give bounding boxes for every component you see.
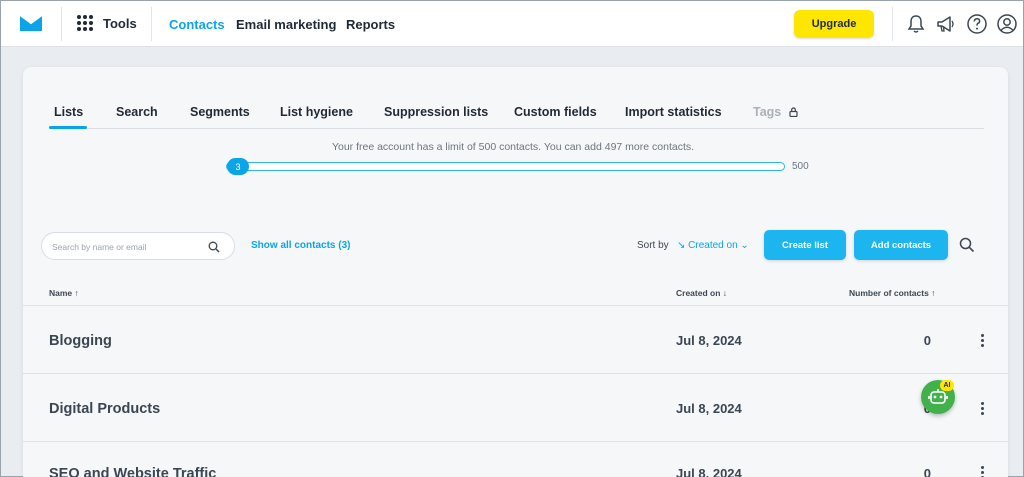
column-header-created-on[interactable]: Created on ↓ [676, 288, 727, 298]
column-header-name[interactable]: Name ↑ [49, 288, 79, 298]
add-contacts-button[interactable]: Add contacts [854, 230, 948, 260]
envelope-logo-icon[interactable] [19, 14, 43, 34]
nav-reports[interactable]: Reports [346, 17, 395, 32]
tab-tags-label: Tags [753, 105, 782, 119]
more-options-icon[interactable] [977, 402, 987, 416]
bell-icon[interactable] [905, 13, 927, 35]
user-icon[interactable] [996, 13, 1018, 35]
more-options-icon[interactable] [977, 466, 987, 477]
show-all-contacts-link[interactable]: Show all contacts (3) [251, 240, 350, 251]
contacts-subtabs: Lists Search Segments List hygiene Suppr… [49, 105, 984, 129]
tab-import-statistics[interactable]: Import statistics [625, 105, 722, 119]
contact-limit-max: 500 [792, 161, 809, 172]
nav-divider [892, 7, 893, 41]
table-row[interactable]: Digital Products Jul 8, 2024 0 [23, 374, 1008, 441]
sort-by-dropdown[interactable]: ↘ Created on ⌄ [677, 240, 749, 251]
lock-icon [789, 107, 798, 117]
grid-dots-icon [77, 15, 93, 31]
ai-badge: AI [940, 380, 954, 391]
list-created-on: Jul 8, 2024 [676, 401, 742, 416]
list-contact-count: 0 [923, 333, 931, 348]
contact-limit-progress-bar [226, 162, 785, 171]
create-list-button[interactable]: Create list [764, 230, 846, 260]
column-header-number-of-contacts[interactable]: Number of contacts ↑ [849, 288, 935, 298]
table-row[interactable]: SEO and Website Traffic Jul 8, 2024 0 [23, 442, 1008, 477]
contact-limit-text: Your free account has a limit of 500 con… [331, 141, 695, 153]
list-created-on: Jul 8, 2024 [676, 466, 742, 477]
tab-custom-fields[interactable]: Custom fields [514, 105, 597, 119]
list-name[interactable]: SEO and Website Traffic [49, 466, 216, 477]
nav-divider [151, 7, 152, 41]
tools-menu-button[interactable]: Tools [77, 15, 137, 31]
search-icon[interactable] [959, 237, 975, 253]
top-nav-bar: Tools Contacts Email marketing Reports U… [1, 1, 1023, 47]
tab-suppression-lists[interactable]: Suppression lists [384, 105, 488, 119]
nav-contacts[interactable]: Contacts [169, 17, 225, 32]
tools-label: Tools [103, 15, 137, 31]
list-name[interactable]: Digital Products [49, 401, 160, 417]
upgrade-button[interactable]: Upgrade [794, 10, 874, 38]
search-icon[interactable] [208, 241, 220, 253]
nav-email-marketing[interactable]: Email marketing [236, 17, 336, 32]
list-contact-count: 0 [923, 466, 931, 477]
tab-list-hygiene[interactable]: List hygiene [280, 105, 353, 119]
contact-search-input[interactable] [52, 239, 202, 255]
contact-search-box[interactable] [41, 232, 235, 260]
tab-segments[interactable]: Segments [190, 105, 250, 119]
active-tab-indicator [49, 126, 87, 129]
list-created-on: Jul 8, 2024 [676, 333, 742, 348]
tab-tags: Tags [753, 105, 798, 119]
tab-search[interactable]: Search [116, 105, 158, 119]
tab-lists[interactable]: Lists [54, 105, 83, 119]
list-name[interactable]: Blogging [49, 333, 112, 349]
contact-limit-current: 3 [227, 158, 249, 175]
table-row[interactable]: Blogging Jul 8, 2024 0 [23, 306, 1008, 373]
sort-by-label: Sort by [637, 240, 669, 251]
megaphone-icon[interactable] [935, 13, 957, 35]
nav-divider [61, 7, 62, 41]
more-options-icon[interactable] [977, 334, 987, 348]
help-icon[interactable] [966, 13, 988, 35]
